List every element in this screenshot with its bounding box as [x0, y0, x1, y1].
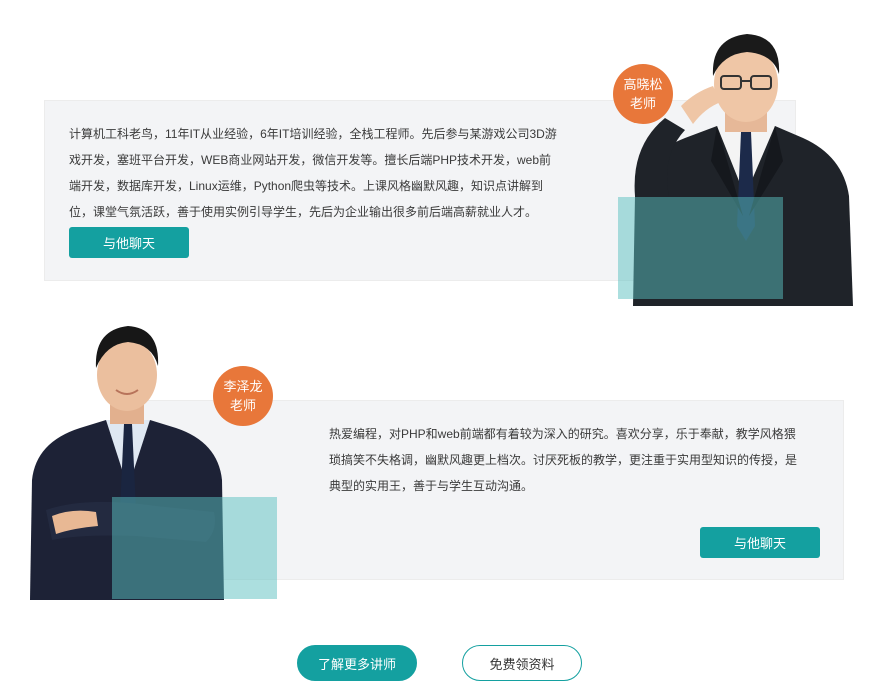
teacher-name-badge: 高晓松 老师 [613, 64, 673, 124]
teacher-name-badge: 李泽龙 老师 [213, 366, 273, 426]
teacher-name: 高晓松 [623, 77, 663, 92]
decorative-teal-block [112, 497, 277, 599]
teacher-bio: 计算机工科老鸟，11年IT从业经验，6年IT培训经验，全栈工程师。先后参与某游戏… [69, 127, 557, 219]
more-teachers-button[interactable]: 了解更多讲师 [297, 645, 417, 681]
teacher-title: 老师 [229, 398, 256, 413]
decorative-teal-block [618, 197, 783, 299]
teacher-title: 老师 [629, 96, 656, 111]
chat-with-teacher-button[interactable]: 与他聊天 [700, 527, 820, 558]
teacher-bio: 热爱编程，对PHP和web前端都有着较为深入的研究。喜欢分享，乐于奉献，教学风格… [329, 427, 798, 493]
teacher-name: 李泽龙 [223, 379, 263, 394]
free-materials-button[interactable]: 免费领资料 [462, 645, 582, 681]
chat-with-teacher-button[interactable]: 与他聊天 [69, 227, 189, 258]
